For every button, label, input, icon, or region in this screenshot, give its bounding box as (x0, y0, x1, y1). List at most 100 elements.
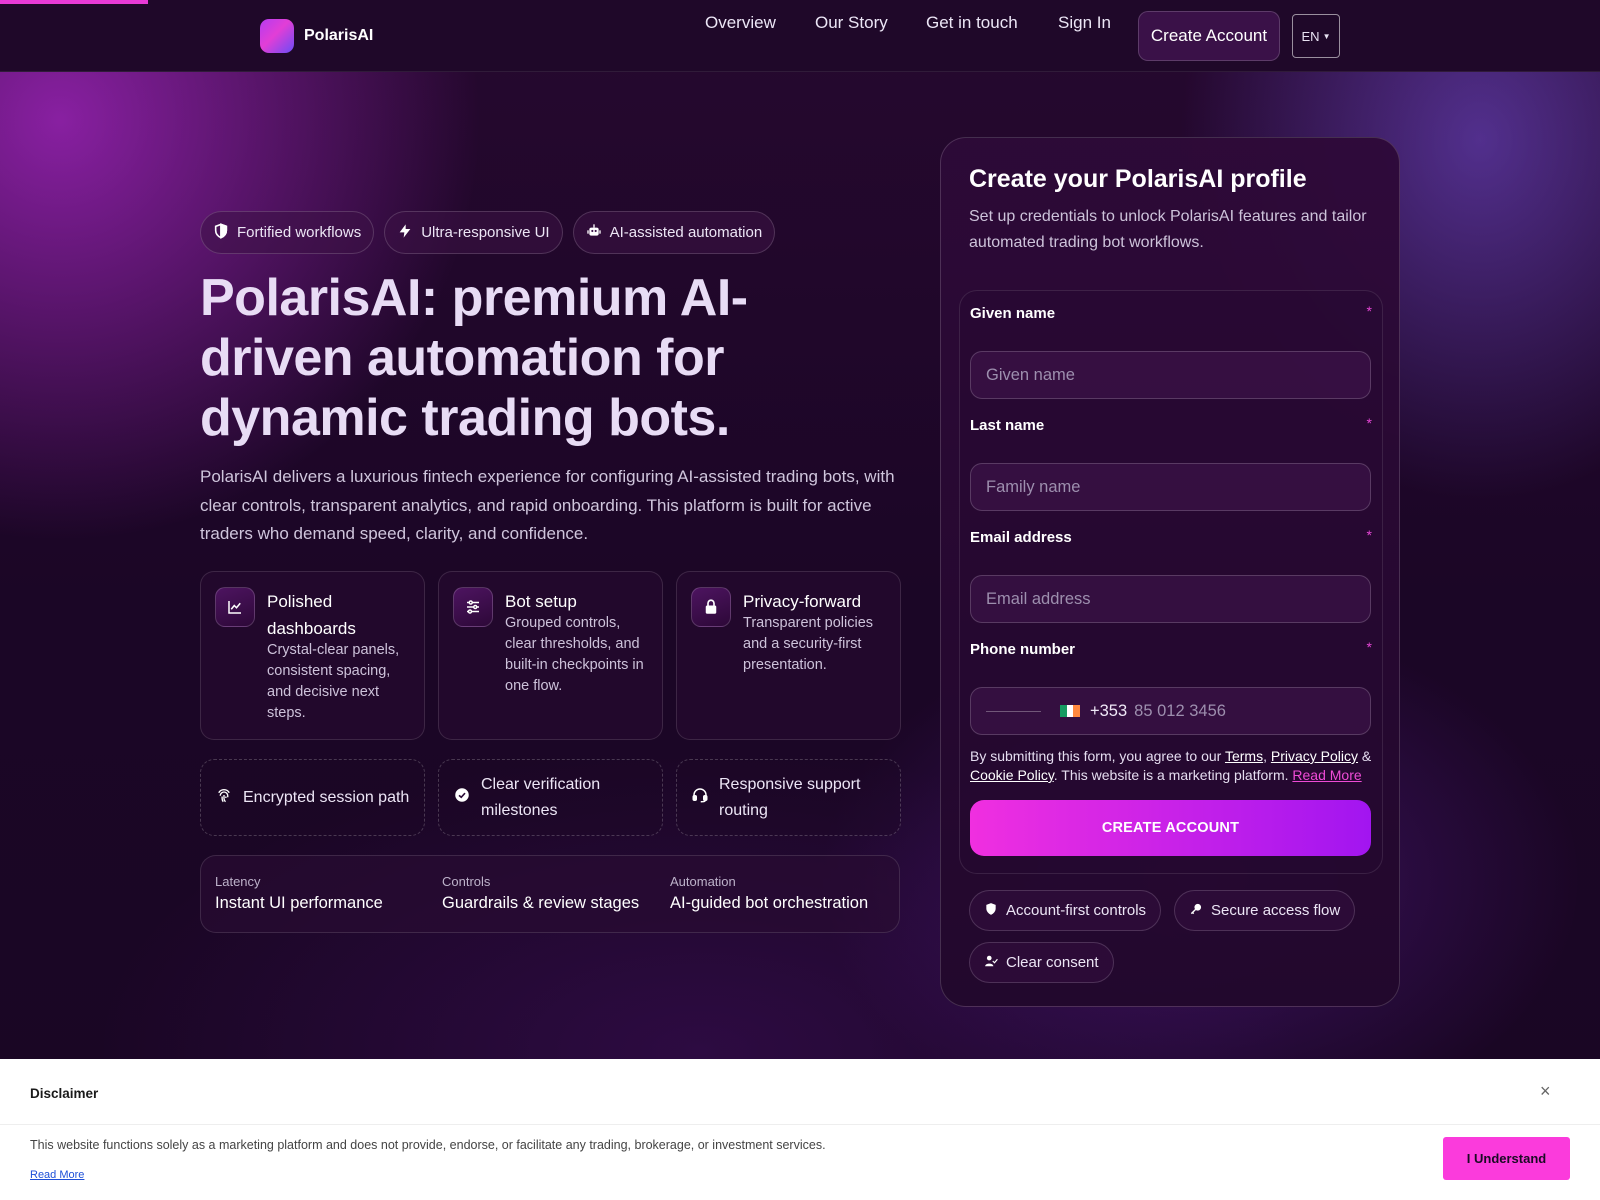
stat-value: AI-guided bot orchestration (670, 894, 869, 912)
stat-label: Controls (442, 874, 491, 889)
disclaimer-banner: Disclaimer × This website functions sole… (0, 1059, 1600, 1200)
feature-description: Transparent policies and a security-firs… (743, 615, 874, 673)
highlight-verification: Clear verification milestones (438, 759, 663, 836)
country-select-divider[interactable] (986, 710, 1041, 712)
language-selector[interactable]: EN ▼ (1292, 14, 1340, 58)
pill-label: AI-assisted automation (609, 224, 763, 241)
headset-icon (691, 786, 709, 809)
feature-title: Privacy-forward (743, 592, 862, 611)
disclaimer-divider (0, 1124, 1600, 1125)
user-check-icon (984, 954, 998, 972)
lightning-icon (397, 223, 413, 243)
shield-icon (213, 222, 229, 243)
sliders-icon (453, 587, 493, 627)
disclaimer-text: This website functions solely as a marke… (30, 1138, 826, 1152)
feature-title: Polished dashboards (267, 592, 356, 638)
key-icon (1189, 902, 1203, 920)
pill-fortified-workflows: Fortified workflows (200, 211, 375, 254)
ireland-flag-icon[interactable] (1060, 705, 1081, 717)
feature-card-privacy: Privacy-forward Transparent policies and… (676, 571, 901, 740)
form-title: Create your PolarisAI profile (969, 165, 1307, 193)
cookie-policy-link[interactable]: Cookie Policy (970, 767, 1054, 783)
nav-sign-in[interactable]: Sign In (1058, 13, 1111, 33)
email-label: Email address (970, 529, 1072, 546)
pill-label: Fortified workflows (237, 224, 362, 241)
required-mark: * (1366, 303, 1372, 319)
hero-pill-row: Fortified workflows Ultra-responsive UI … (200, 211, 776, 254)
stat-latency: Latency Instant UI performance (215, 874, 383, 913)
required-mark: * (1366, 527, 1372, 543)
close-icon[interactable]: × (1540, 1081, 1551, 1102)
email-input[interactable]: Email address (970, 575, 1371, 623)
feature-description: Grouped controls, clear thresholds, and … (505, 615, 644, 694)
nav-get-in-touch[interactable]: Get in touch (926, 13, 1018, 33)
chart-line-icon (215, 587, 255, 627)
lock-icon (691, 587, 731, 627)
last-name-input[interactable]: Family name (970, 463, 1371, 511)
pill-ultra-responsive-ui: Ultra-responsive UI (384, 211, 563, 254)
create-account-label: CREATE ACCOUNT (1101, 820, 1240, 836)
highlight-text: Encrypted session path (243, 788, 410, 806)
terms-link[interactable]: Terms (1225, 748, 1263, 764)
phone-label: Phone number (970, 641, 1076, 658)
given-name-input[interactable]: Given name (970, 351, 1371, 399)
phone-placeholder: 85 012 3456 (1134, 701, 1226, 720)
hero-title: PolarisAI: premium AI-driven automation … (200, 269, 748, 447)
chip-account-first-controls: Account-first controls (969, 890, 1162, 931)
robot-icon (586, 223, 602, 243)
consent-suffix: . This website is a marketing platform. (1053, 767, 1289, 783)
chip-label: Account-first controls (1006, 902, 1147, 919)
disclaimer-title: Disclaimer (30, 1086, 99, 1101)
pill-ai-assisted-automation: AI-assisted automation (572, 211, 776, 254)
create-account-button[interactable]: CREATE ACCOUNT (970, 800, 1371, 856)
site-header: PolarisAI Overview Our Story Get in touc… (0, 0, 1600, 72)
chip-label: Clear consent (1006, 954, 1099, 971)
shield-icon (984, 902, 998, 920)
consent-amp: & (1361, 748, 1372, 764)
required-mark: * (1366, 639, 1372, 655)
feature-card-dashboards: Polished dashboards Crystal-clear panels… (200, 571, 425, 740)
i-understand-label: I Understand (1466, 1151, 1547, 1166)
phone-input[interactable]: +353 85 012 3456 (970, 687, 1371, 735)
check-circle-icon (453, 786, 471, 809)
given-name-label: Given name (970, 305, 1056, 322)
last-name-label: Last name (970, 417, 1045, 434)
feature-title: Bot setup (505, 592, 577, 611)
signup-panel: Create your PolarisAI profile Set up cre… (940, 137, 1400, 1007)
read-more-link[interactable]: Read More (1292, 767, 1361, 783)
i-understand-button[interactable]: I Understand (1443, 1137, 1570, 1180)
chip-label: Secure access flow (1211, 902, 1341, 919)
hero-description: PolarisAI delivers a luxurious fintech e… (200, 467, 895, 543)
nav-create-account-button[interactable]: Create Account (1138, 11, 1280, 61)
required-mark: * (1366, 415, 1372, 431)
consent-prefix: By submitting this form, you agree to ou… (970, 748, 1222, 764)
brand-logo[interactable]: PolarisAI (260, 19, 373, 53)
stat-label: Latency (215, 874, 261, 889)
consent-text: By submitting this form, you agree to ou… (970, 748, 1372, 783)
language-label: EN (1301, 28, 1320, 44)
phone-dial-code: +353 (1090, 701, 1128, 720)
highlight-text: Clear verification milestones (481, 775, 601, 819)
feature-description: Crystal-clear panels, consistent spacing… (267, 642, 400, 721)
scroll-progress-bar (0, 0, 148, 4)
chip-secure-access-flow: Secure access flow (1174, 890, 1356, 931)
highlight-support: Responsive support routing (676, 759, 901, 836)
stat-automation: Automation AI-guided bot orchestration (670, 874, 868, 913)
nav-overview[interactable]: Overview (705, 13, 776, 33)
email-placeholder: Email address (986, 589, 1091, 608)
disclaimer-read-more-link[interactable]: Read More (30, 1169, 84, 1181)
form-subtitle: Set up credentials to unlock PolarisAI f… (969, 208, 1367, 251)
signup-form: Given name * Given name Last name * Fami… (959, 290, 1383, 874)
pill-label: Ultra-responsive UI (421, 224, 550, 241)
highlight-text: Responsive support routing (719, 775, 861, 819)
fingerprint-icon (215, 786, 233, 809)
nav-our-story[interactable]: Our Story (815, 13, 888, 33)
stat-label: Automation (670, 874, 736, 889)
brand-name: PolarisAI (304, 27, 374, 44)
stats-bar: Latency Instant UI performance Controls … (200, 855, 900, 933)
privacy-policy-link[interactable]: Privacy Policy (1271, 748, 1358, 764)
last-name-placeholder: Family name (986, 477, 1081, 496)
nav-create-account-label: Create Account (1150, 26, 1268, 45)
stat-value: Guardrails & review stages (442, 894, 640, 912)
logo-mark-icon (260, 19, 294, 53)
